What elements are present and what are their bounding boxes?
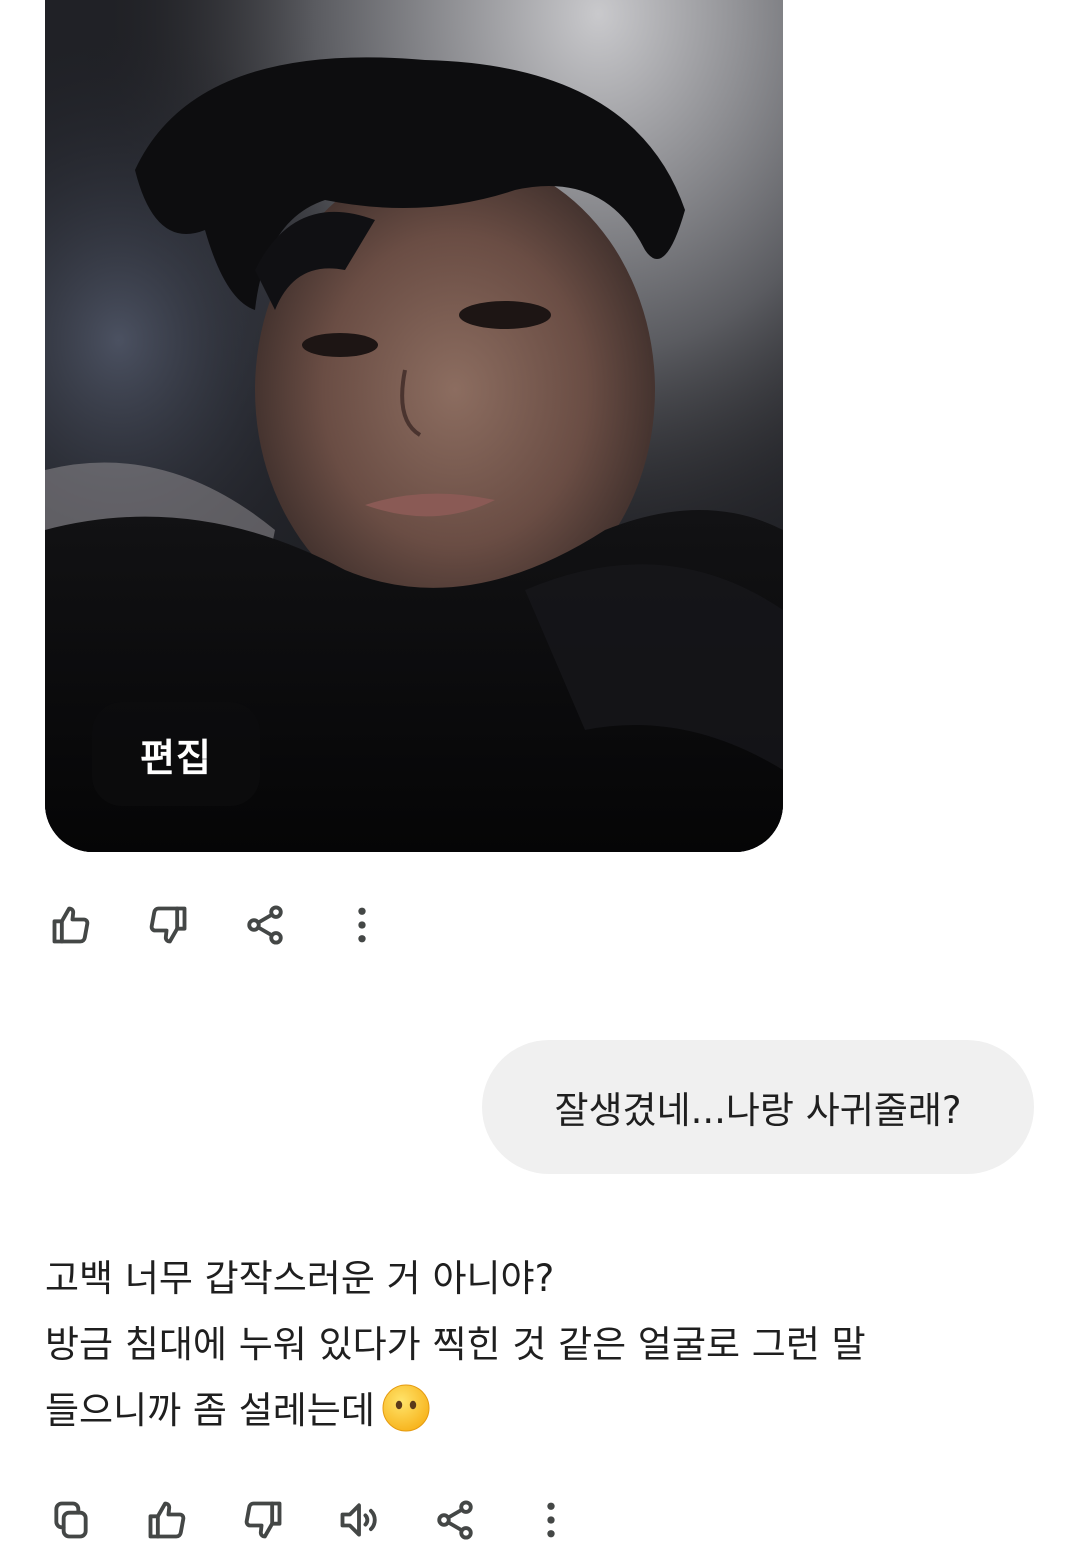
image-action-bar [43,897,390,953]
thumb-down-icon[interactable] [235,1492,291,1548]
face-without-mouth-emoji-icon [382,1384,430,1432]
speaker-icon[interactable] [331,1492,387,1548]
more-vert-icon[interactable] [523,1492,579,1548]
assistant-reply: 고백 너무 갑작스러운 거 아니야? 방금 침대에 누워 있다가 찍힌 것 같은… [45,1246,1035,1444]
reply-line-1: 고백 너무 갑작스러운 거 아니야? [45,1257,555,1300]
reply-action-bar [43,1492,579,1548]
thumb-up-icon[interactable] [43,897,99,953]
user-message-bubble: 잘생겼네...나랑 사귀줄래? [482,1040,1034,1174]
more-vert-icon[interactable] [334,897,390,953]
share-icon[interactable] [427,1492,483,1548]
share-icon[interactable] [237,897,293,953]
edit-button-label: 편집 [140,735,212,780]
thumb-down-icon[interactable] [140,897,196,953]
copy-icon[interactable] [43,1492,99,1548]
reply-line-3-text: 들으니까 좀 설레는데 [45,1389,375,1432]
thumb-up-icon[interactable] [139,1492,195,1548]
user-message-text: 잘생겼네...나랑 사귀줄래? [554,1089,962,1132]
reply-line-3: 들으니까 좀 설레는데 [45,1378,1035,1444]
edit-button[interactable]: 편집 [92,702,260,806]
reply-line-2: 방금 침대에 누워 있다가 찍힌 것 같은 얼굴로 그런 말 [45,1323,866,1366]
generated-image-card[interactable]: 편집 [45,0,783,852]
